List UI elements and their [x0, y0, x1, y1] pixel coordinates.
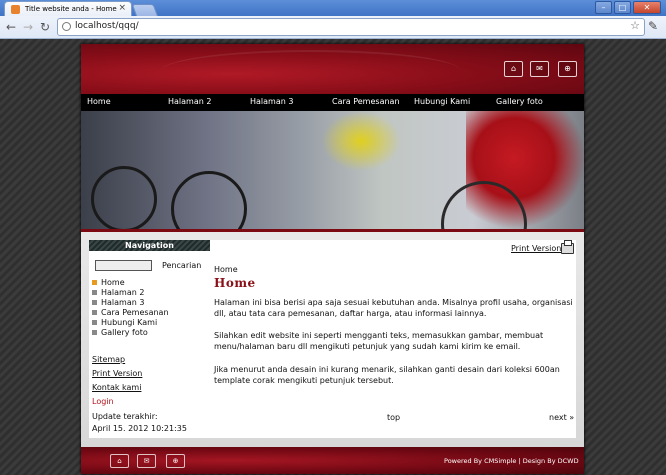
- sidebar-item-label: Hubungi Kami: [101, 318, 158, 327]
- bullet-icon: [92, 320, 97, 325]
- close-window-button[interactable]: ✕: [633, 1, 661, 14]
- sidebar-item-cara-pemesanan[interactable]: Cara Pemesanan: [92, 308, 169, 318]
- address-bar[interactable]: localhost/qqq/ ☆: [57, 18, 645, 36]
- main-content: Print Version Home Home Halaman ini bisa…: [210, 240, 576, 438]
- reload-icon[interactable]: ↻: [37, 19, 53, 35]
- forward-icon[interactable]: →: [20, 19, 36, 35]
- maximize-button[interactable]: □: [614, 1, 631, 14]
- login-link[interactable]: Login: [92, 397, 114, 406]
- sidebar-item-label: Halaman 3: [101, 298, 145, 307]
- content-paragraph-2: Silahkan edit website ini seperti mengga…: [214, 331, 544, 351]
- wrench-icon[interactable]: ✎: [648, 19, 658, 33]
- footer-home-icon[interactable]: ⌂: [110, 454, 129, 468]
- sidebar-item-halaman-2[interactable]: Halaman 2: [92, 288, 169, 298]
- banner-wheel-shape: [171, 171, 247, 229]
- print-version-top-link[interactable]: Print Version: [511, 244, 561, 253]
- bookmark-star-icon[interactable]: ☆: [630, 19, 640, 32]
- sidebar-item-home[interactable]: Home: [92, 278, 169, 288]
- top-link[interactable]: top: [387, 413, 400, 422]
- page-viewport: ⌂ ✉ ⊕ Home Halaman 2 Halaman 3 Cara Peme…: [0, 39, 666, 475]
- footer-mail-icon[interactable]: ✉: [137, 454, 156, 468]
- printer-icon[interactable]: [561, 240, 574, 254]
- mail-icon[interactable]: ✉: [530, 61, 549, 77]
- browser-toolbar: ← → ↻ localhost/qqq/ ☆: [0, 16, 666, 39]
- last-update-value: April 15. 2012 10:21:35: [92, 424, 187, 433]
- banner-jersey-shape: [321, 111, 401, 171]
- bullet-icon: [92, 330, 97, 335]
- sidebar-item-label: Home: [101, 278, 125, 287]
- bullet-icon: [92, 300, 97, 305]
- menu-item-gallery-foto[interactable]: Gallery foto: [496, 97, 543, 106]
- header-swoosh: [161, 50, 461, 92]
- website-container: ⌂ ✉ ⊕ Home Halaman 2 Halaman 3 Cara Peme…: [81, 44, 584, 474]
- browser-titlebar: Title website anda - Home × – □ ✕: [0, 0, 666, 17]
- sidebar-title: Navigation: [89, 240, 210, 251]
- sidebar-item-label: Cara Pemesanan: [101, 308, 169, 317]
- minimize-button[interactable]: –: [595, 1, 612, 14]
- banner-wheel-shape: [91, 166, 157, 229]
- sidebar-item-label: Gallery foto: [101, 328, 148, 337]
- menu-item-hubungi-kami[interactable]: Hubungi Kami: [414, 97, 470, 106]
- footer-credits: Powered By CMSimple | Design By DCWD: [444, 457, 579, 465]
- favicon-icon: [11, 5, 20, 14]
- bullet-icon: [92, 290, 97, 295]
- sidebar: Navigation Pencarian Home Halaman 2 Hala…: [89, 240, 211, 438]
- sidebar-item-label: Halaman 2: [101, 288, 145, 297]
- home-icon[interactable]: ⌂: [504, 61, 523, 77]
- bullet-icon: [92, 310, 97, 315]
- sitemap-link[interactable]: Sitemap: [92, 355, 125, 364]
- content-paragraph-1: Halaman ini bisa berisi apa saja sesuai …: [214, 298, 573, 318]
- sidebar-nav-list: Home Halaman 2 Halaman 3 Cara Pemesanan …: [92, 278, 169, 338]
- tab-title: Title website anda - Home: [25, 5, 117, 13]
- menu-item-halaman-3[interactable]: Halaman 3: [250, 97, 293, 106]
- search-input[interactable]: [95, 260, 152, 271]
- header-banner-image: [81, 111, 584, 229]
- search-button[interactable]: Pencarian: [162, 261, 201, 270]
- sidebar-item-gallery-foto[interactable]: Gallery foto: [92, 328, 169, 338]
- sitemap-icon[interactable]: ⊕: [558, 61, 577, 77]
- footer-sitemap-icon[interactable]: ⊕: [166, 454, 185, 468]
- breadcrumb[interactable]: Home: [214, 265, 238, 274]
- menu-item-halaman-2[interactable]: Halaman 2: [168, 97, 211, 106]
- tab-close-icon[interactable]: ×: [118, 3, 126, 13]
- menu-item-cara-pemesanan[interactable]: Cara Pemesanan: [332, 97, 400, 106]
- site-footer: ⌂ ✉ ⊕ Powered By CMSimple | Design By DC…: [81, 447, 584, 474]
- next-link[interactable]: next »: [549, 413, 574, 422]
- print-version-link[interactable]: Print Version: [92, 369, 142, 378]
- contact-link[interactable]: Kontak kami: [92, 383, 141, 392]
- site-header: ⌂ ✉ ⊕: [81, 44, 584, 94]
- globe-icon: [62, 22, 71, 31]
- content-paragraph-3: Jika menurut anda desain ini kurang mena…: [214, 365, 560, 385]
- main-menu: Home Halaman 2 Halaman 3 Cara Pemesanan …: [81, 94, 584, 111]
- browser-tab[interactable]: Title website anda - Home ×: [4, 1, 132, 17]
- back-icon[interactable]: ←: [3, 19, 19, 35]
- menu-item-home[interactable]: Home: [87, 97, 111, 106]
- address-url[interactable]: localhost/qqq/: [75, 21, 139, 31]
- last-update-label: Update terakhir:: [92, 412, 158, 421]
- active-bullet-icon: [92, 280, 97, 285]
- page-title: Home: [214, 276, 256, 290]
- sidebar-item-hubungi-kami[interactable]: Hubungi Kami: [92, 318, 169, 328]
- sidebar-item-halaman-3[interactable]: Halaman 3: [92, 298, 169, 308]
